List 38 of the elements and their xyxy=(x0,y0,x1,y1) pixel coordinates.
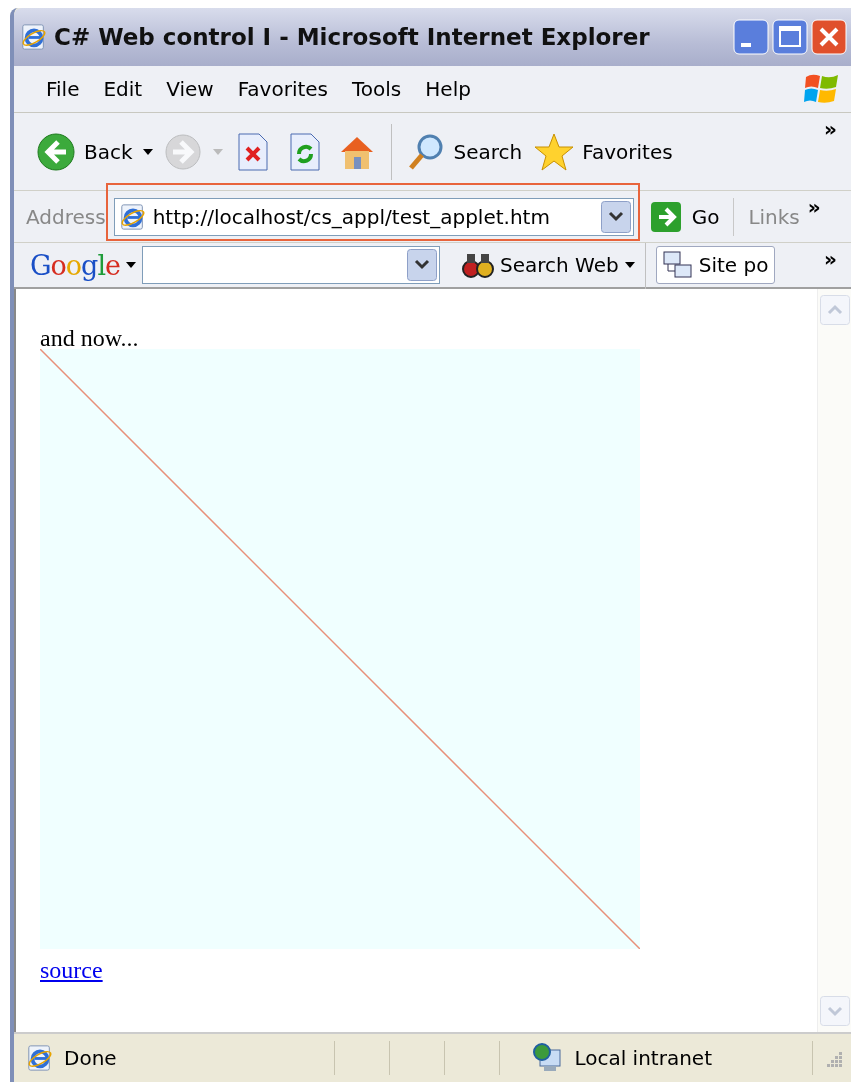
window-title: C# Web control I - Microsoft Internet Explorer xyxy=(54,24,651,50)
site-popup-button[interactable]: Site po xyxy=(655,246,776,284)
menu-item[interactable]: Edit xyxy=(91,77,155,101)
binoculars-icon xyxy=(462,251,495,279)
ie-page-icon xyxy=(26,1044,54,1072)
menu-item[interactable]: Favorites xyxy=(225,77,340,101)
dropdown-icon[interactable] xyxy=(407,249,438,281)
back-button[interactable]: Back xyxy=(34,127,135,176)
menu-item[interactable]: Help xyxy=(413,77,483,101)
search-field[interactable] xyxy=(142,246,441,284)
dropdown-caret-icon[interactable] xyxy=(126,262,137,268)
page-text: and now... xyxy=(40,325,140,349)
address-field[interactable]: http://localhost/cs_appl/test_applet.htm xyxy=(113,197,634,236)
google-logo[interactable]: Google xyxy=(30,249,121,281)
windows-icon xyxy=(662,251,693,279)
source-link[interactable]: source xyxy=(40,957,103,984)
dropdown-caret-icon[interactable] xyxy=(624,262,635,268)
menu-item[interactable]: File xyxy=(34,77,92,101)
dropdown-caret-icon[interactable] xyxy=(142,148,153,155)
go-button[interactable]: Go xyxy=(649,200,720,233)
favorites-button[interactable]: Favorites xyxy=(532,127,675,176)
chevron[interactable]: » xyxy=(807,195,821,219)
ie-page-icon xyxy=(20,23,48,51)
zone-text: Local intranet xyxy=(574,1046,712,1070)
dropdown-icon[interactable] xyxy=(600,200,631,233)
status-text: Done xyxy=(64,1046,117,1070)
menu-item[interactable]: Tools xyxy=(340,77,414,101)
star-icon xyxy=(534,131,575,172)
chevron[interactable]: » xyxy=(824,117,837,141)
search-web-button[interactable]: Search Web xyxy=(446,251,619,279)
chevron[interactable]: » xyxy=(824,247,837,271)
search-button[interactable]: Search xyxy=(403,127,525,176)
menu-item[interactable]: View xyxy=(154,77,226,101)
ie-page-icon xyxy=(118,202,147,231)
close-icon[interactable] xyxy=(811,19,847,55)
address-label: Address xyxy=(26,204,106,229)
minimize-icon[interactable] xyxy=(733,19,769,55)
maximize-icon[interactable] xyxy=(772,19,808,55)
